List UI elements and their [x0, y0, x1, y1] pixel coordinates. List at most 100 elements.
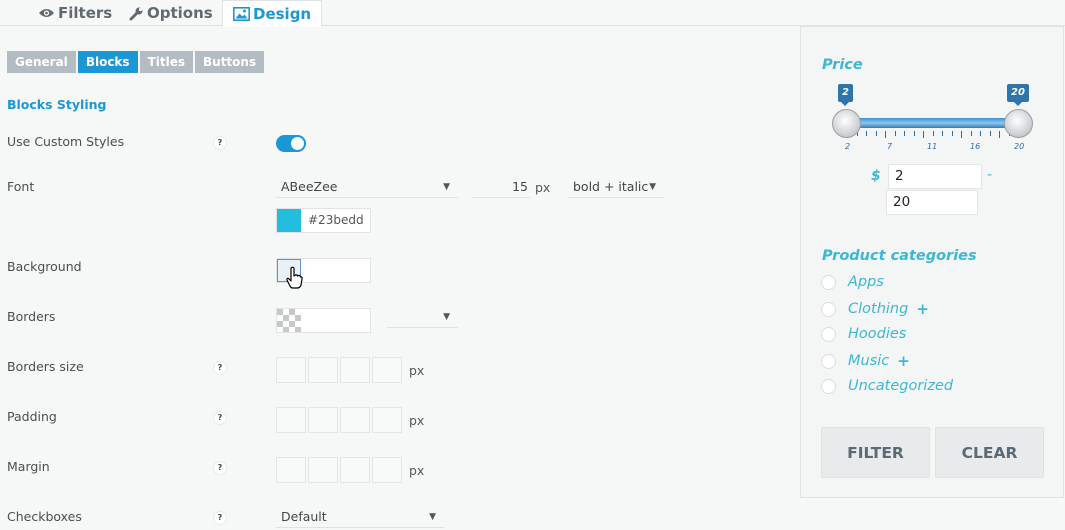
- min-price-input[interactable]: 2: [888, 164, 982, 189]
- dropdown-arrow-icon: ▼: [649, 182, 656, 192]
- font-color-picker[interactable]: #23bedd: [276, 208, 371, 233]
- filter-button[interactable]: FILTER: [821, 427, 930, 478]
- borders-label: Borders: [7, 309, 56, 324]
- category-label: Hoodies: [848, 326, 907, 342]
- transparent-swatch-icon[interactable]: [277, 309, 301, 332]
- padding-right-input[interactable]: [308, 407, 338, 433]
- subtab-titles[interactable]: Titles: [139, 51, 193, 73]
- slider-tick: [894, 131, 896, 136]
- category-label: Music: [848, 353, 890, 369]
- margin-top-input[interactable]: [276, 457, 306, 483]
- slider-tick: [866, 131, 867, 136]
- slider-tick: [885, 131, 886, 138]
- slider-min-handle[interactable]: [832, 109, 861, 138]
- margin-bottom-input[interactable]: [340, 457, 370, 483]
- tab-options-label: Options: [147, 4, 213, 22]
- categories-title: Product categories: [822, 248, 977, 264]
- padding-bottom-input[interactable]: [340, 407, 370, 433]
- padding-label: Padding: [7, 409, 57, 424]
- slider-tick: [999, 131, 1000, 138]
- padding-top-input[interactable]: [276, 407, 306, 433]
- slider-tick: [951, 131, 953, 136]
- section-title: Blocks Styling: [7, 97, 107, 112]
- slider-tick: [875, 131, 877, 136]
- category-item[interactable]: Hoodies: [821, 326, 906, 342]
- border-bottom-input[interactable]: [340, 357, 370, 383]
- tab-design[interactable]: Design: [222, 0, 323, 27]
- border-left-input[interactable]: [372, 357, 402, 383]
- category-label: Uncategorized: [848, 378, 954, 394]
- margin-label: Margin: [7, 459, 50, 474]
- help-icon[interactable]: ?: [213, 136, 227, 150]
- tick-label: 16: [970, 142, 981, 151]
- radio-button[interactable]: [821, 353, 836, 369]
- dropdown-arrow-icon: ▼: [429, 512, 436, 522]
- slider-max-badge: 20: [1007, 84, 1029, 106]
- tab-options[interactable]: Options: [129, 0, 213, 26]
- help-icon[interactable]: ?: [213, 511, 227, 525]
- help-icon[interactable]: ?: [213, 461, 227, 475]
- currency-symbol: $: [871, 168, 881, 184]
- borders-size-unit: px: [409, 363, 425, 378]
- expand-plus-icon[interactable]: +: [897, 352, 910, 370]
- eye-icon: [39, 9, 54, 17]
- tick-label: 20: [1014, 142, 1025, 151]
- max-price-input[interactable]: 20: [886, 190, 978, 215]
- price-slider-track[interactable]: [847, 118, 1019, 128]
- checkboxes-select[interactable]: Default ▼: [276, 506, 444, 528]
- slider-tick: [932, 131, 934, 136]
- category-label: Clothing: [848, 301, 909, 317]
- font-family-value: ABeeZee: [281, 179, 338, 194]
- radio-button[interactable]: [821, 378, 836, 394]
- subtab-blocks[interactable]: Blocks: [77, 51, 138, 73]
- wrench-icon: [129, 7, 143, 20]
- image-icon: [233, 6, 250, 21]
- subtab-buttons[interactable]: Buttons: [195, 51, 265, 73]
- margin-right-input[interactable]: [308, 457, 338, 483]
- tab-filters-label: Filters: [58, 4, 113, 22]
- font-color-value[interactable]: #23bedd: [308, 213, 364, 227]
- category-item[interactable]: Apps: [821, 274, 884, 290]
- category-item[interactable]: Clothing +: [821, 300, 929, 318]
- margin-unit: px: [409, 463, 425, 478]
- slider-min-badge: 2: [838, 84, 853, 106]
- font-style-select[interactable]: bold + italic ▼: [568, 176, 664, 198]
- subtab-general[interactable]: General: [7, 51, 76, 73]
- expand-plus-icon[interactable]: +: [916, 300, 929, 318]
- padding-unit: px: [409, 413, 425, 428]
- help-icon[interactable]: ?: [213, 411, 227, 425]
- radio-button[interactable]: [821, 301, 836, 317]
- tick-label: 2: [845, 142, 851, 151]
- padding-left-input[interactable]: [372, 407, 402, 433]
- slider-ticks: [847, 131, 1019, 139]
- slider-tick: [904, 131, 905, 136]
- radio-button[interactable]: [821, 274, 836, 290]
- tab-filters[interactable]: Filters: [38, 0, 112, 26]
- border-top-input[interactable]: [276, 357, 306, 383]
- font-size-unit: px: [535, 180, 551, 195]
- font-family-select[interactable]: ABeeZee ▼: [276, 176, 458, 198]
- clear-button[interactable]: CLEAR: [935, 427, 1044, 478]
- category-label: Apps: [848, 274, 884, 290]
- category-item[interactable]: Uncategorized: [821, 378, 953, 394]
- borders-color-picker[interactable]: [276, 308, 371, 333]
- custom-styles-toggle[interactable]: [276, 135, 306, 152]
- border-style-select[interactable]: ▼: [387, 306, 458, 328]
- slider-max-handle[interactable]: [1004, 109, 1033, 138]
- dropdown-arrow-icon: ▼: [443, 182, 450, 192]
- margin-left-input[interactable]: [372, 457, 402, 483]
- slider-tick: [942, 131, 943, 136]
- font-size-input[interactable]: 15: [472, 176, 530, 198]
- help-icon[interactable]: ?: [213, 361, 227, 375]
- color-swatch[interactable]: [277, 209, 301, 232]
- slider-tick: [989, 131, 991, 136]
- price-title: Price: [822, 57, 863, 73]
- dropdown-arrow-icon: ▼: [443, 312, 450, 322]
- slider-tick: [980, 131, 981, 136]
- category-item[interactable]: Music +: [821, 352, 910, 370]
- tick-label: 7: [887, 142, 893, 151]
- radio-button[interactable]: [821, 326, 836, 342]
- border-right-input[interactable]: [308, 357, 338, 383]
- checkboxes-label: Checkboxes: [7, 509, 82, 524]
- slider-tick: [923, 131, 924, 138]
